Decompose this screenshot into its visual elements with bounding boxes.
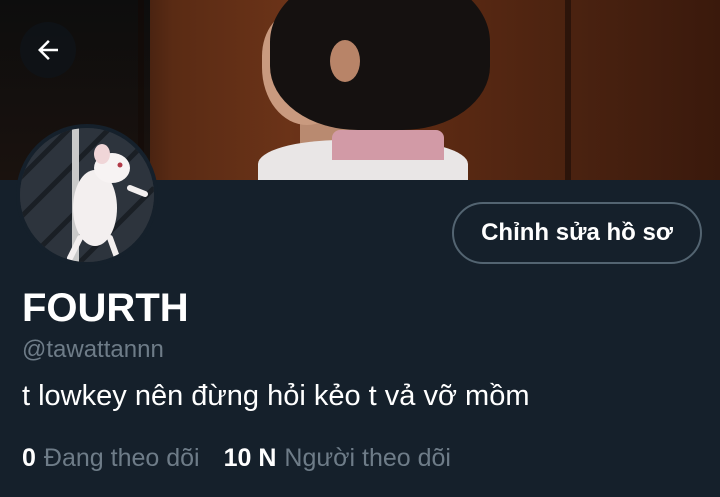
arrow-left-icon <box>38 40 58 60</box>
following-link[interactable]: 0 Đang theo dõi <box>22 444 200 473</box>
followers-label: Người theo dõi <box>284 444 451 472</box>
following-count: 0 <box>22 444 36 472</box>
back-button[interactable] <box>20 22 76 78</box>
following-label: Đang theo dõi <box>43 444 200 472</box>
profile-bio: t lowkey nên đừng hỏi kẻo t vả vỡ mồm <box>22 380 530 412</box>
banner-person-ear <box>330 40 360 82</box>
banner-door-edge <box>565 0 571 180</box>
mouse-avatar-image <box>20 128 154 262</box>
banner-person-hair <box>270 0 490 130</box>
banner-person-collar <box>332 130 444 160</box>
avatar[interactable] <box>16 124 158 266</box>
followers-link[interactable]: 10 N Người theo dõi <box>224 444 451 473</box>
profile-display-name: FOURTH <box>22 286 189 330</box>
edit-profile-button[interactable]: Chỉnh sửa hồ sơ <box>452 202 702 264</box>
profile-handle: @tawattannn <box>22 336 164 363</box>
follow-stats: 0 Đang theo dõi 10 N Người theo dõi <box>22 444 451 473</box>
followers-count: 10 N <box>223 444 277 472</box>
